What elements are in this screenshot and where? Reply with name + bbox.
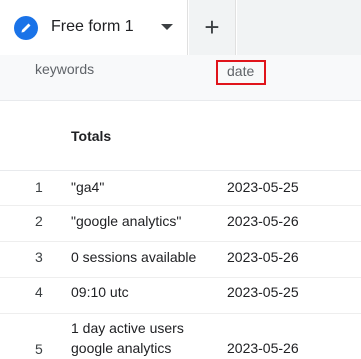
row-keyword: "ga4" [71,179,105,195]
row-date: 2023-05-26 [227,340,299,356]
row-index: 1 [35,179,43,195]
tab-free-form-1[interactable]: Free form 1 [0,0,188,55]
row-date: 2023-05-26 [227,249,299,265]
pencil-icon [14,16,38,40]
row-keyword-line-1: 1 day active users [71,320,184,336]
caret-down-icon[interactable] [161,24,173,30]
table-row[interactable]: 2 "google analytics" 2023-05-26 [0,206,361,242]
totals-label: Totals [71,128,112,144]
table-row[interactable]: 5 1 day active users google analytics 20… [0,314,361,359]
row-date: 2023-05-25 [227,179,299,195]
row-date: 2023-05-26 [227,213,299,229]
column-header-date[interactable]: date [216,60,267,85]
row-keyword: 0 sessions available [71,249,197,265]
tab-bar-empty-area [237,0,361,55]
column-header-keywords[interactable]: keywords [35,61,94,77]
row-index: 3 [35,249,43,265]
row-index: 4 [35,284,43,300]
totals-row: Totals [0,101,361,171]
plus-icon: + [204,12,220,42]
row-date: 2023-05-25 [227,284,299,300]
row-keyword: 09:10 utc [71,284,129,300]
row-keyword: "google analytics" [71,213,182,229]
tab-bar: Free form 1 + [0,0,361,55]
row-index: 5 [35,341,43,357]
row-index: 2 [35,213,43,229]
tab-label: Free form 1 [51,18,134,35]
table-header-row: keywords date [0,55,361,101]
table-row[interactable]: 1 "ga4" 2023-05-25 [0,171,361,206]
add-tab-button[interactable]: + [189,0,236,55]
table-row[interactable]: 3 0 sessions available 2023-05-26 [0,242,361,278]
row-keyword-line-2: google analytics [71,340,172,356]
table-row[interactable]: 4 09:10 utc 2023-05-25 [0,278,361,314]
